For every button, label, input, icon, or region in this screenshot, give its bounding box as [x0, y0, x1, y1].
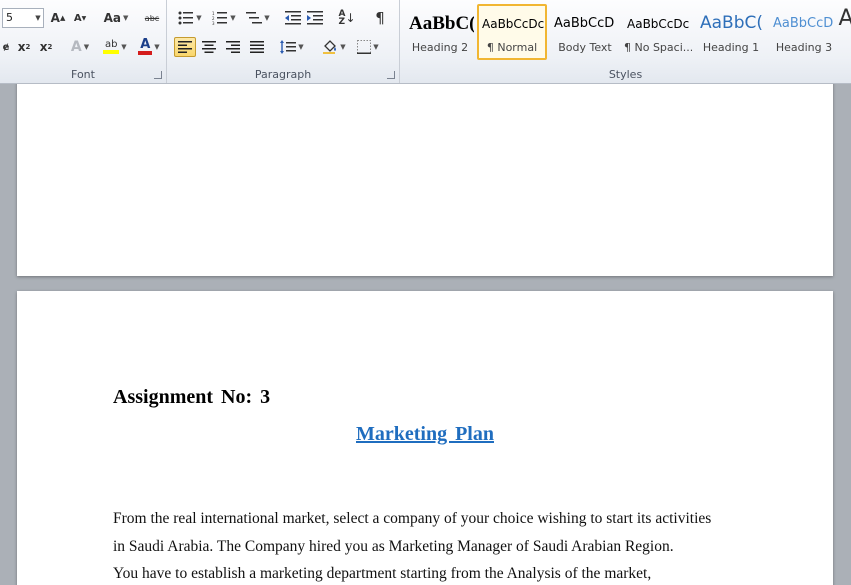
clear-formatting-button[interactable]: abc [142, 8, 162, 28]
body-paragraph: From the real international market, sele… [113, 505, 753, 585]
style-sample: AaBbCcDc [482, 17, 545, 31]
style-name: ¶ No Spaci... [624, 41, 692, 54]
paragraph-dialog-launcher-icon[interactable] [387, 71, 395, 79]
superscript-icon: x [39, 40, 48, 54]
bullets-button[interactable]: ▼ [175, 8, 205, 28]
numbering-button[interactable]: 1 2 3 ▼ [209, 8, 239, 28]
style-heading-2[interactable]: AaBbC( Heading 2 [405, 4, 475, 60]
font-dialog-launcher-icon[interactable] [154, 71, 162, 79]
font-group: 5 ▼ A ▲ A ▼ Aa ▼ abc ɇ x2 x2 A ▼ ab ▼ A … [0, 0, 167, 83]
paragraph-line: You have to establish a marketing depart… [113, 565, 652, 582]
style-name: Heading 3 [775, 41, 833, 54]
shrink-font-icon: A [73, 12, 82, 24]
line-spacing-button[interactable]: ▼ [277, 37, 307, 57]
align-left-icon [178, 41, 192, 53]
text-effects-button[interactable]: A ▼ [66, 37, 94, 57]
strikethrough-icon: ɇ [2, 41, 10, 53]
line-spacing-icon [280, 40, 297, 54]
text-effects-icon: A [70, 39, 82, 55]
strikethrough-button[interactable]: ɇ [0, 37, 12, 57]
align-center-button[interactable] [198, 37, 220, 57]
align-right-button[interactable] [222, 37, 244, 57]
style-body-text[interactable]: AaBbCcD Body Text [550, 4, 620, 60]
change-case-icon: Aa [103, 11, 121, 25]
page-previous[interactable] [17, 84, 833, 276]
styles-group-label: Styles [608, 68, 643, 81]
style-name: Body Text [558, 41, 612, 54]
document-area[interactable]: Assignment No: 3 Marketing Plan From the… [0, 84, 851, 585]
font-color-button[interactable]: A ▼ [134, 37, 164, 57]
paragraph-group: ▼ 1 2 3 ▼ ▼ A Z ↓ ¶ ▼ ▼ ▼ Paragraph [167, 0, 400, 83]
svg-text:3: 3 [212, 21, 215, 25]
increase-indent-icon [307, 11, 323, 25]
clear-formatting-icon: abc [144, 13, 160, 23]
assignment-title: Assignment No: 3 [113, 386, 271, 408]
borders-icon [357, 40, 372, 54]
font-size-box[interactable]: 5 ▼ [2, 8, 44, 28]
pilcrow-icon: ¶ [375, 9, 385, 27]
sort-button[interactable]: A Z ↓ [337, 8, 357, 28]
style-name: Heading 2 [411, 41, 469, 54]
font-color-icon: A [138, 38, 153, 55]
multilevel-list-icon [246, 12, 263, 24]
grow-font-button[interactable]: A ▲ [48, 8, 68, 28]
sort-icon: AZ [338, 9, 346, 27]
style-heading-3[interactable]: AaBbCcD Heading 3 [769, 4, 839, 60]
highlighter-icon: ab [103, 40, 120, 54]
style-sample: AaBbC( [409, 13, 474, 34]
increase-indent-button[interactable] [305, 8, 325, 28]
decrease-indent-button[interactable] [283, 8, 303, 28]
change-styles-button[interactable]: A [838, 5, 851, 31]
justify-icon [250, 41, 264, 53]
align-left-button[interactable] [174, 37, 196, 57]
show-formatting-button[interactable]: ¶ [369, 8, 391, 28]
paragraph-line: in Saudi Arabia. The Company hired you a… [113, 537, 674, 555]
subscript-icon: x [17, 40, 26, 54]
multilevel-list-button[interactable]: ▼ [243, 8, 273, 28]
chevron-down-icon[interactable]: ▼ [33, 9, 43, 27]
bullets-icon [178, 11, 194, 25]
styles-gallery: AaBbC( Heading 2 AaBbCcDc ¶ Normal AaBbC… [405, 3, 841, 61]
align-right-icon [226, 41, 240, 53]
paragraph-group-label: Paragraph [254, 68, 312, 81]
style-normal[interactable]: AaBbCcDc ¶ Normal [477, 4, 547, 60]
style-name: ¶ Normal [486, 41, 538, 54]
style-sample: AaBbCcD [773, 16, 834, 31]
font-group-label: Font [71, 68, 95, 81]
paragraph-line: From the real international market, sele… [113, 510, 712, 527]
decrease-indent-icon [285, 11, 301, 25]
shrink-font-button[interactable]: A ▼ [70, 8, 90, 28]
change-case-button[interactable]: Aa ▼ [102, 8, 130, 28]
justify-button[interactable] [246, 37, 268, 57]
style-sample: AaBbCcDc [627, 17, 690, 31]
page-current[interactable]: Assignment No: 3 Marketing Plan From the… [17, 291, 833, 585]
superscript-button[interactable]: x2 [36, 37, 56, 57]
style-sample: AaBbCcD [554, 16, 615, 31]
style-heading-1[interactable]: AaBbC( Heading 1 [696, 4, 766, 60]
grow-font-icon: A [50, 11, 60, 25]
marketing-plan-title: Marketing Plan [356, 423, 494, 445]
style-sample: AaBbC( [700, 13, 764, 33]
styles-group: AaBbC( Heading 2 AaBbCcDc ¶ Normal AaBbC… [400, 0, 851, 83]
style-name: Heading 1 [702, 41, 760, 54]
highlight-button[interactable]: ab ▼ [98, 37, 132, 57]
align-center-icon [202, 41, 216, 53]
shading-button[interactable]: ▼ [319, 37, 349, 57]
subscript-button[interactable]: x2 [14, 37, 34, 57]
change-styles-icon: A [838, 5, 851, 31]
style-no-spacing[interactable]: AaBbCcDc ¶ No Spaci... [623, 4, 693, 60]
numbering-icon: 123 [212, 11, 228, 25]
borders-button[interactable]: ▼ [353, 37, 383, 57]
paint-bucket-icon [323, 40, 337, 54]
ribbon: 5 ▼ A ▲ A ▼ Aa ▼ abc ɇ x2 x2 A ▼ ab ▼ A … [0, 0, 851, 84]
font-size-value: 5 [6, 11, 13, 24]
